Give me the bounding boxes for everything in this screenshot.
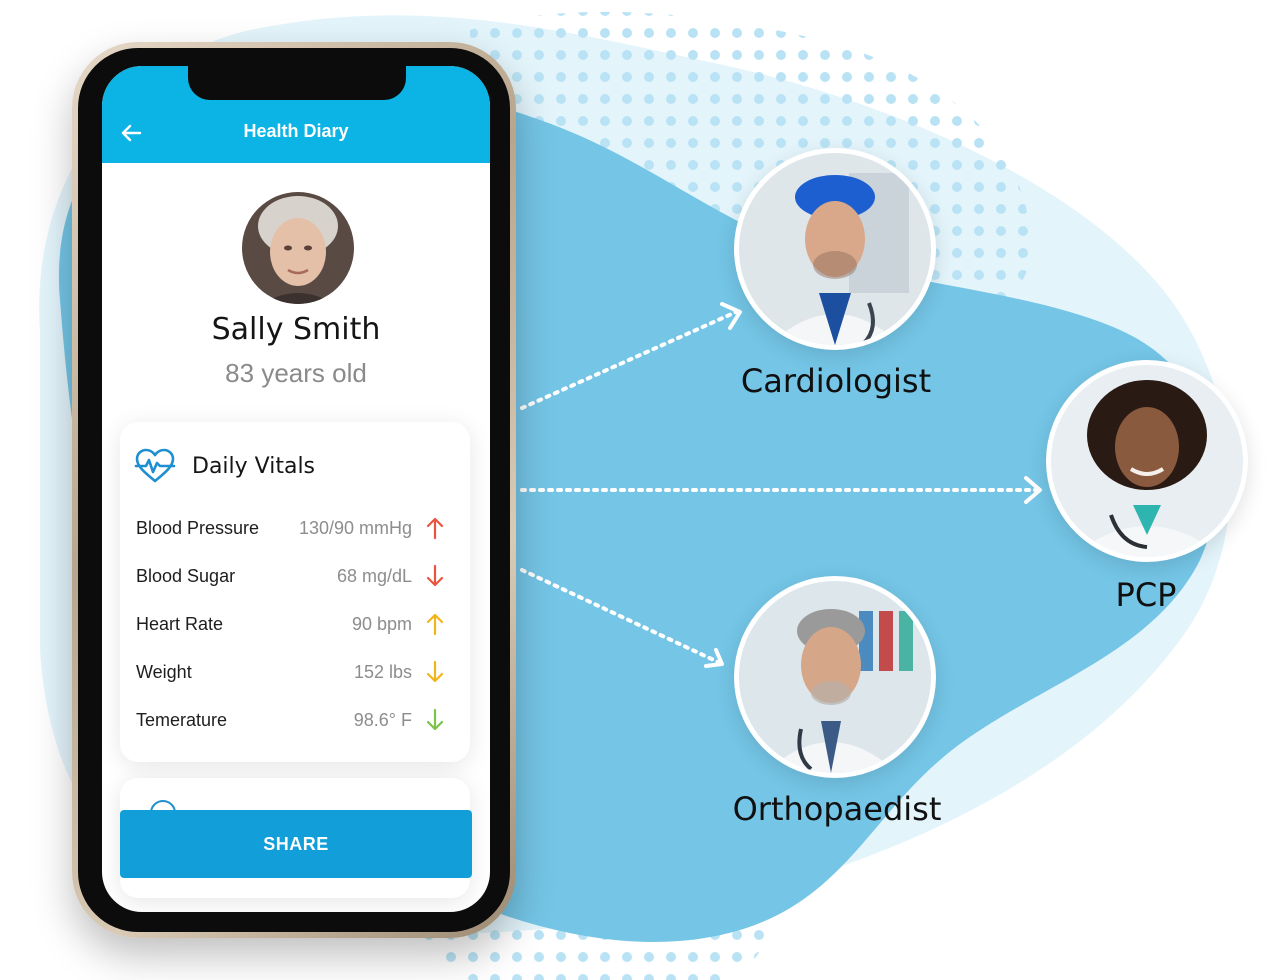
vital-label: Weight	[136, 662, 192, 682]
vitals-title: Daily Vitals	[192, 454, 316, 479]
illustration-stage: Health Diary Sally Smith 83 years old Da…	[0, 0, 1288, 980]
vital-label: Temerature	[136, 710, 228, 730]
phone-notch	[188, 66, 406, 100]
arrow-down-icon	[426, 660, 444, 683]
vital-row-weight: Weight 152 lbs	[136, 658, 456, 688]
vital-label: Blood Pressure	[136, 518, 260, 538]
vital-row-blood-pressure: Blood Pressure 130/90 mmHg	[136, 514, 456, 544]
pcp-label: PCP	[1115, 576, 1177, 614]
vital-row-temperature: Temerature 98.6° F	[136, 706, 456, 736]
arrow-down-icon	[426, 564, 444, 587]
vital-row-blood-sugar: Blood Sugar 68 mg/dL	[136, 562, 456, 592]
vital-value: 98.6° F	[353, 710, 412, 730]
vital-label: Heart Rate	[136, 614, 224, 634]
orthopaedist-photo	[734, 576, 936, 778]
vital-value: 90 bpm	[351, 614, 412, 634]
vital-label: Blood Sugar	[136, 566, 236, 586]
patient-avatar	[242, 192, 354, 304]
cardiologist-label: Cardiologist	[740, 362, 932, 400]
vital-row-heart-rate: Heart Rate 90 bpm	[136, 610, 456, 640]
vital-value: 68 mg/dL	[336, 566, 412, 586]
vital-value: 130/90 mmHg	[298, 518, 412, 538]
vital-value: 152 lbs	[353, 662, 412, 682]
heartbeat-icon	[134, 448, 176, 483]
pcp-photo	[1046, 360, 1248, 562]
orthopaedist-label: Orthopaedist	[732, 790, 942, 828]
arrow-up-icon	[426, 613, 444, 636]
daily-vitals-card: Daily Vitals Blood Pressure 130/90 mmHg …	[120, 422, 470, 762]
patient-name: Sally Smith	[211, 312, 381, 347]
phone-screen: Health Diary Sally Smith 83 years old Da…	[102, 66, 490, 912]
patient-age: 83 years old	[225, 358, 367, 388]
arrow-down-icon	[426, 708, 444, 731]
header-title: Health Diary	[243, 121, 349, 141]
cardiologist-photo	[734, 148, 936, 350]
share-button[interactable]: SHARE	[120, 810, 472, 878]
arrow-up-icon	[426, 517, 444, 540]
